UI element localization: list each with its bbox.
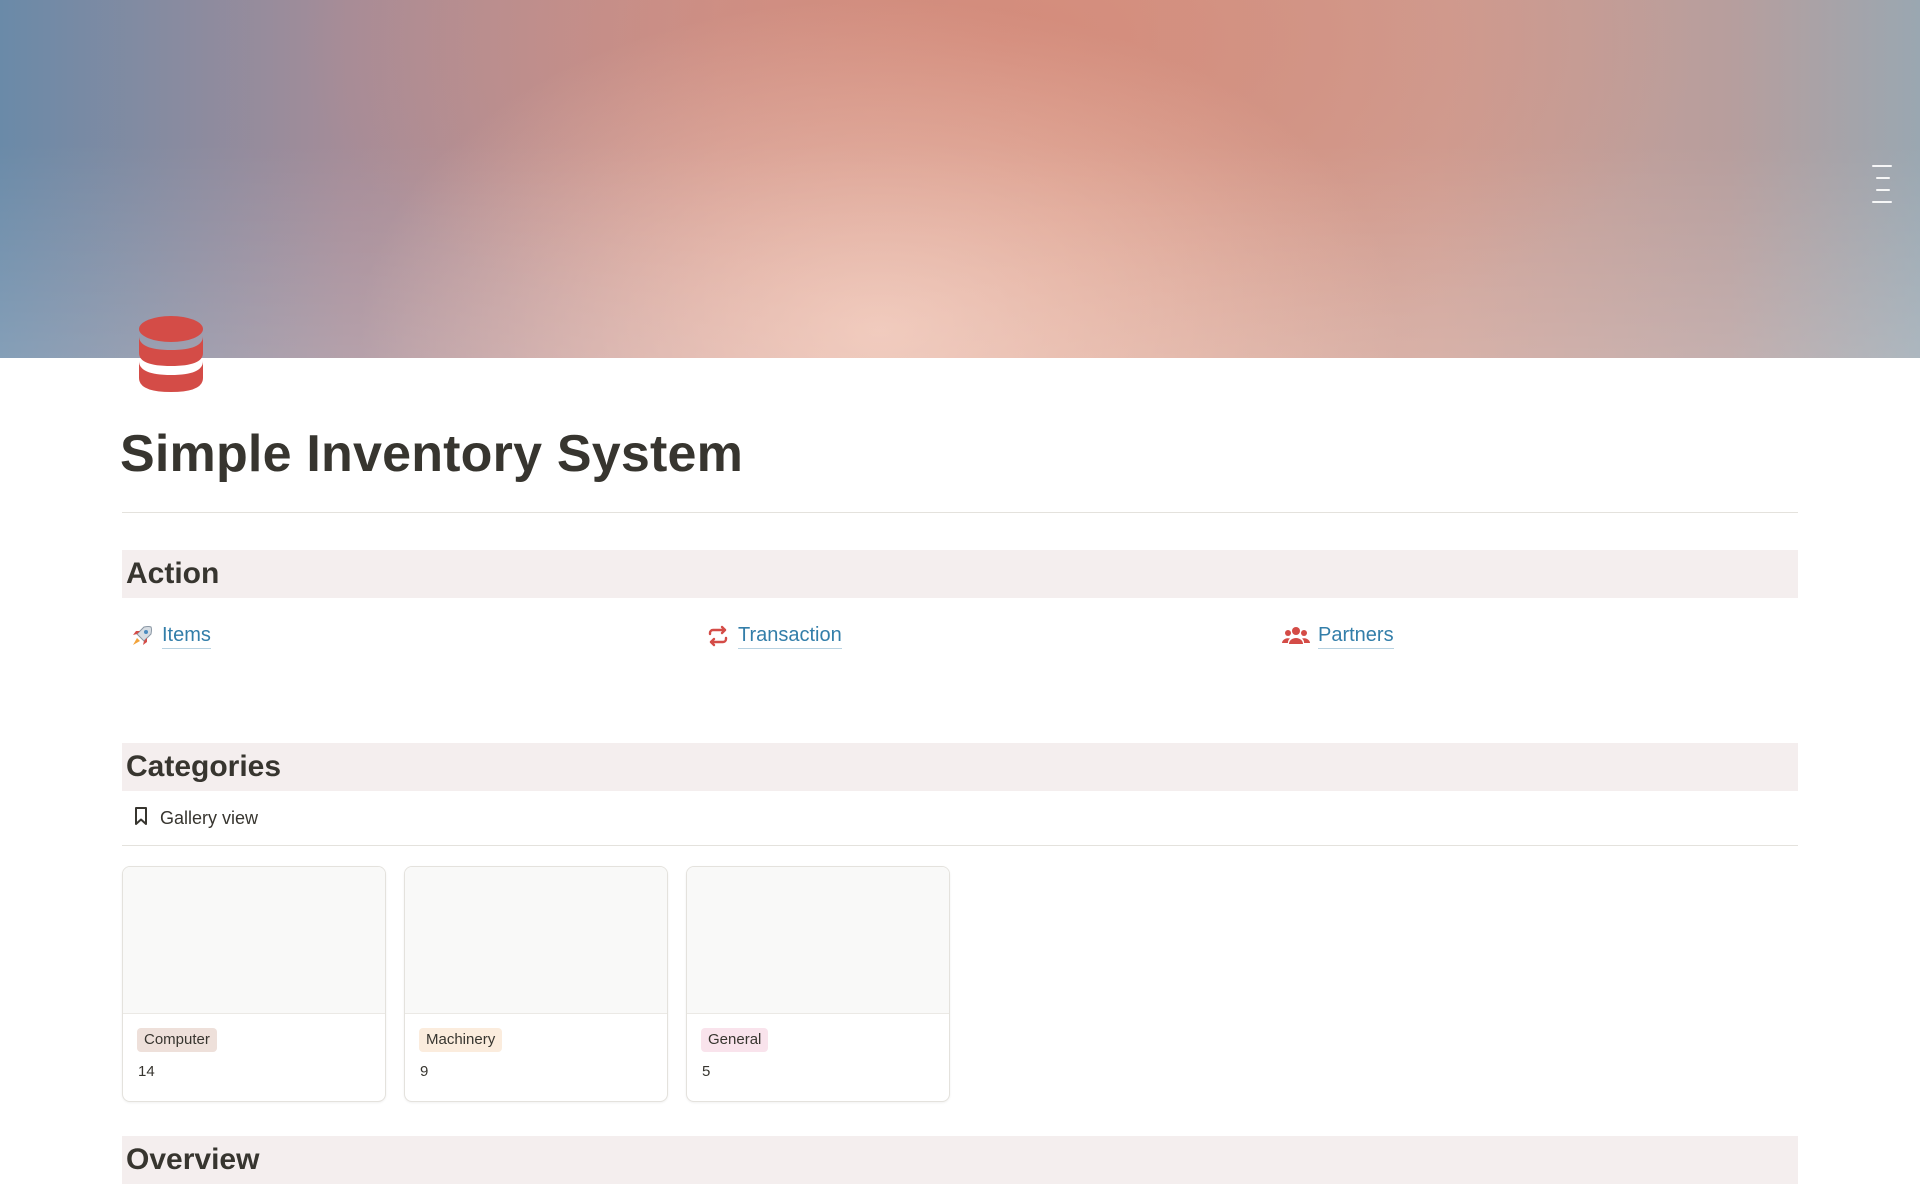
action-section-header: Action [122,550,1798,598]
link-items[interactable]: Items [130,622,211,649]
action-heading: Action [126,557,220,590]
category-count: 5 [702,1063,711,1080]
repeat-icon [706,624,730,648]
rocket-icon [130,624,154,648]
page-title[interactable]: Simple Inventory System [120,420,743,488]
card-preview [123,867,385,1014]
database-icon[interactable] [136,314,206,394]
category-card-general[interactable]: General 5 [686,866,950,1102]
category-tag: General [701,1028,769,1052]
table-of-contents-icon[interactable] [1872,165,1894,205]
bookmark-icon [132,806,150,831]
link-partners-label: Partners [1318,622,1394,649]
categories-section-header: Categories [122,743,1798,791]
view-divider [122,845,1798,846]
category-card-computer[interactable]: Computer 14 [122,866,386,1102]
overview-heading: Overview [126,1143,260,1176]
link-transaction[interactable]: Transaction [706,622,842,649]
gallery-view-label: Gallery view [160,808,259,828]
categories-heading: Categories [126,750,282,783]
category-tag: Computer [137,1028,217,1052]
category-count: 9 [420,1063,429,1080]
link-transaction-label: Transaction [738,622,842,649]
people-icon [1282,624,1310,648]
category-tag: Machinery [419,1028,503,1052]
card-preview [687,867,949,1014]
page-cover[interactable] [0,0,1920,358]
link-items-label: Items [162,622,211,649]
category-count: 14 [138,1063,155,1080]
link-partners[interactable]: Partners [1282,622,1394,649]
category-card-machinery[interactable]: Machinery 9 [404,866,668,1102]
gallery-view-tab[interactable]: Gallery view [132,806,258,831]
divider [122,512,1798,513]
overview-section-header: Overview [122,1136,1798,1184]
card-preview [405,867,667,1014]
